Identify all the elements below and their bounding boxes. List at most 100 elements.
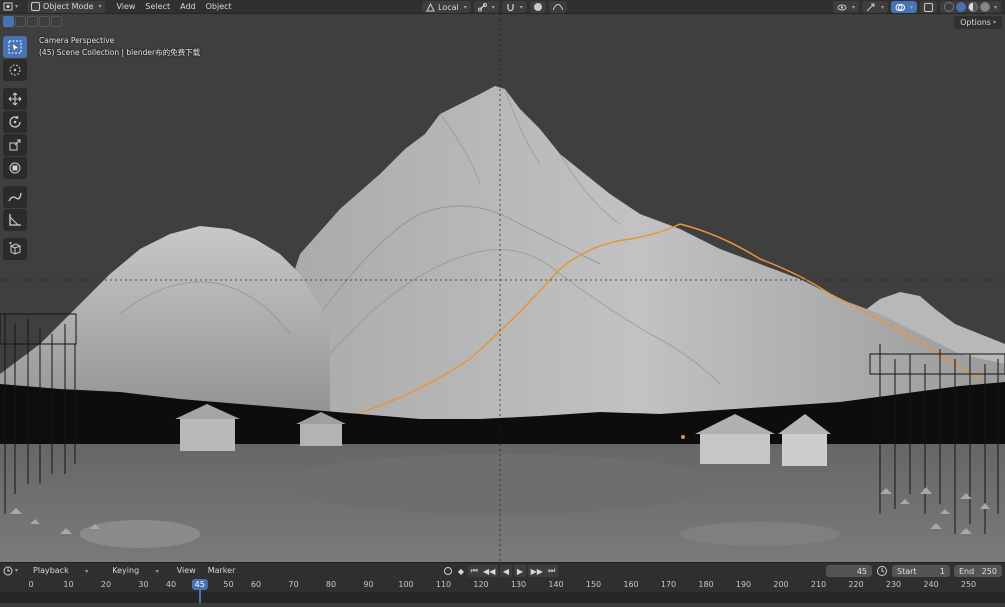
link-icon: [477, 2, 487, 11]
menu-playback-label: Playback: [33, 566, 69, 575]
menu-marker[interactable]: Marker: [202, 566, 242, 575]
ruler-tick-label: 20: [100, 580, 112, 589]
frame-fields: 45 Start 1 End 250: [826, 565, 1002, 577]
current-frame-badge[interactable]: 45: [191, 579, 208, 590]
select-set-icon[interactable]: [3, 16, 14, 27]
select-subtract-icon[interactable]: [27, 16, 38, 27]
header-center-tools: Local ▾ ▾ ▾: [422, 1, 567, 13]
gizmo-toggle[interactable]: ▾: [861, 1, 888, 13]
rotate-tool[interactable]: [3, 111, 27, 133]
chevron-down-icon[interactable]: ▾: [994, 4, 997, 11]
menu-keying-label: Keying: [112, 566, 140, 575]
record-icon: [444, 567, 452, 575]
annotate-icon: [8, 192, 22, 202]
ruler-tick-label: 220: [848, 580, 864, 589]
chevron-down-icon: ▾: [85, 568, 89, 575]
timeline-scrollbar[interactable]: [0, 603, 1005, 607]
proportional-edit-toggle[interactable]: [529, 1, 546, 13]
start-value: 1: [939, 566, 945, 576]
timeline-menus: Playback ▾ Keying ▾ View Marker: [21, 566, 241, 575]
add-cube-icon: [9, 242, 21, 255]
falloff-select[interactable]: [548, 1, 567, 13]
solid-shading-icon[interactable]: [955, 2, 966, 12]
current-frame-field[interactable]: 45: [826, 565, 872, 577]
magnet-icon: [507, 3, 514, 11]
transform-orientation-select[interactable]: Local ▾: [422, 1, 471, 13]
play-reverse-button[interactable]: ◀: [500, 565, 512, 577]
menu-playback[interactable]: Playback ▾: [21, 566, 100, 575]
object-visibility-button[interactable]: ▾: [832, 1, 859, 13]
editor-type-button[interactable]: ▾: [0, 1, 21, 13]
playback-group-right: ▶▶ ⏭: [528, 565, 558, 577]
clock-icon: [3, 566, 13, 575]
chevron-down-icon: ▾: [155, 568, 159, 575]
ruler-tick-label: 0: [28, 580, 34, 589]
ruler-tick-label: 130: [510, 580, 527, 589]
measure-icon: [9, 214, 21, 226]
menu-view-timeline[interactable]: View: [171, 566, 202, 575]
transform-icon: [9, 162, 21, 174]
overlays-icon: [895, 3, 905, 11]
chevron-down-icon: ▾: [98, 3, 102, 10]
select-box-tool[interactable]: [3, 36, 27, 58]
record-button[interactable]: [442, 565, 454, 577]
preview-range-icon[interactable]: [876, 565, 888, 577]
ruler-tick-label: 120: [473, 580, 489, 589]
scale-tool[interactable]: [3, 134, 27, 156]
menu-add[interactable]: Add: [175, 2, 201, 11]
select-intersect-icon[interactable]: [51, 16, 62, 27]
jump-start-icon[interactable]: ⏮: [471, 566, 478, 576]
xray-toggle[interactable]: [919, 1, 937, 13]
end-frame-field[interactable]: End 250: [954, 565, 1002, 577]
cursor-tool[interactable]: [3, 59, 27, 81]
move-tool[interactable]: [3, 88, 27, 110]
mode-select[interactable]: Object Mode ▾: [27, 0, 106, 13]
timeline-editor-type-button[interactable]: ▾: [0, 565, 21, 577]
rotate-icon: [9, 115, 21, 128]
ruler-tick-label: 140: [548, 580, 564, 589]
rendered-shading-icon[interactable]: [979, 2, 990, 12]
ruler-tick-label: 80: [325, 580, 337, 589]
options-button[interactable]: Options ▾: [954, 16, 1002, 29]
object-mode-icon: [31, 2, 41, 11]
prev-keyframe-icon[interactable]: ◀◀: [483, 567, 495, 576]
wireframe-shading-icon[interactable]: [943, 2, 954, 12]
chevron-down-icon: ▾: [463, 3, 467, 11]
transform-tool[interactable]: [3, 157, 27, 179]
add-cube-tool[interactable]: [3, 238, 27, 260]
jump-end-icon[interactable]: ⏭: [548, 566, 555, 576]
measure-tool[interactable]: [3, 209, 27, 231]
object-origin-dot: [681, 435, 685, 439]
menu-keying[interactable]: Keying ▾: [100, 566, 170, 575]
scene-render: [0, 14, 1005, 562]
timeline-ruler[interactable]: 0 10 20 30 40 50 60 70 80 90 100 110 120 130 140 150 160…: [0, 578, 1005, 607]
overlays-toggle[interactable]: ▾: [890, 1, 917, 13]
ruler-tick-label: 10: [63, 580, 74, 589]
keyframe-interp-button[interactable]: ◆: [456, 565, 466, 577]
collection-info: (45) Scene Collection | blender布的免费下载: [39, 48, 201, 57]
play-button[interactable]: ▶: [514, 565, 526, 577]
shading-modes: ▾: [939, 1, 1001, 13]
viewport-overlay-info: Camera Perspective (45) Scene Collection…: [39, 35, 200, 59]
cursor-icon: [9, 64, 21, 76]
ruler-tick-label: 60: [250, 580, 262, 589]
3d-viewport[interactable]: Camera Perspective (45) Scene Collection…: [0, 14, 1005, 562]
menu-select[interactable]: Select: [140, 2, 175, 11]
ruler-tick-label: 70: [288, 580, 299, 589]
move-icon: [8, 92, 22, 106]
start-frame-field[interactable]: Start 1: [892, 565, 950, 577]
menu-view[interactable]: View: [111, 2, 140, 11]
material-shading-icon[interactable]: [967, 2, 978, 12]
select-invert-icon[interactable]: [39, 16, 50, 27]
annotate-tool[interactable]: [3, 186, 27, 208]
chevron-down-icon: ▾: [15, 567, 19, 574]
ruler-tick-label: 190: [735, 580, 752, 589]
next-keyframe-icon[interactable]: ▶▶: [531, 567, 543, 576]
pivot-point-select[interactable]: ▾: [473, 1, 499, 13]
playback-group: ⏮ ◀◀: [468, 565, 498, 577]
play-reverse-icon: ◀: [502, 566, 510, 576]
select-extend-icon[interactable]: [15, 16, 26, 27]
select-box-icon: [8, 40, 22, 54]
menu-object[interactable]: Object: [201, 2, 237, 11]
snap-toggle[interactable]: ▾: [501, 1, 527, 13]
